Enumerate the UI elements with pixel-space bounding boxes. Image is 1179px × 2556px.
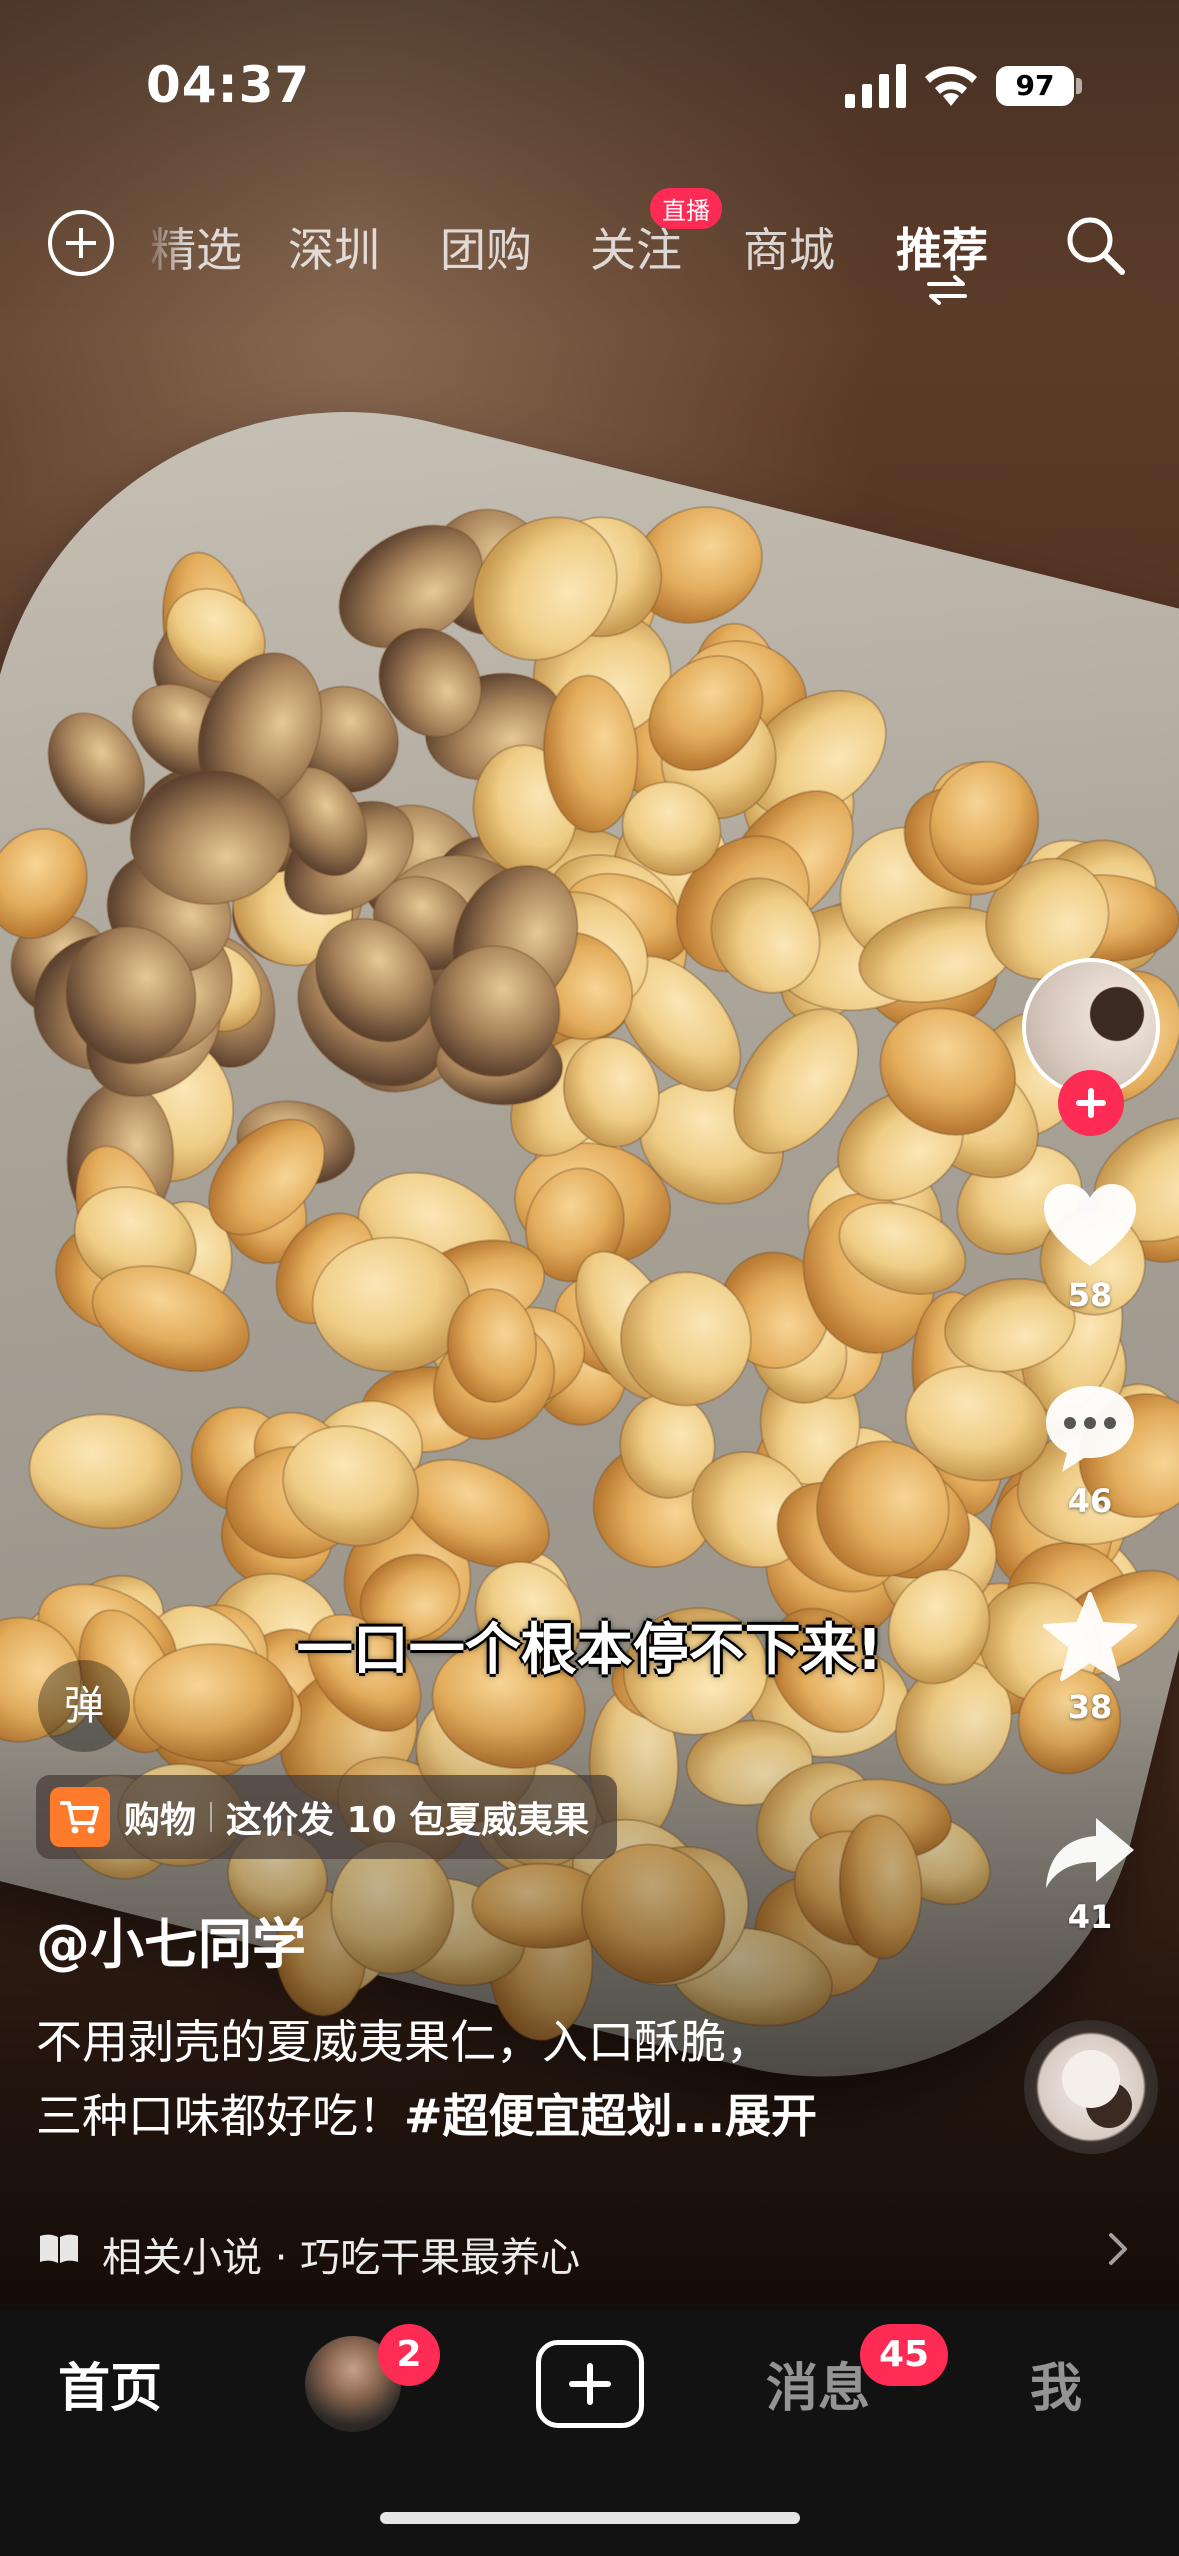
author-name[interactable]: @小七同学	[36, 1900, 306, 1979]
status-time: 04:37	[146, 56, 311, 114]
like-action[interactable]: 58	[1030, 1180, 1150, 1314]
tab-featured[interactable]: 精选	[150, 214, 242, 280]
favorite-count: 38	[1067, 1688, 1113, 1726]
danmu-toggle-button[interactable]: 弹	[38, 1660, 130, 1752]
shop-offer-text: 这价发 10 包夏威夷果	[226, 1800, 590, 1841]
tab-mall[interactable]: 商城	[743, 214, 835, 280]
description-line-1: 不用剥壳的夏威夷果仁，入口酥脆，	[36, 2015, 772, 2069]
wifi-icon	[925, 66, 977, 106]
share-action[interactable]: 41	[1030, 1812, 1150, 1936]
cellular-signal-icon	[845, 64, 906, 108]
chevron-right-icon	[1109, 2233, 1127, 2265]
post-description[interactable]: 不用剥壳的夏威夷果仁，入口酥脆， 三种口味都好吃！#超便宜超划...展开	[36, 2005, 916, 2153]
description-text: 三种口味都好吃！	[36, 2089, 404, 2143]
follow-button[interactable]	[1058, 1070, 1124, 1136]
switch-arrows-icon[interactable]	[925, 275, 969, 305]
video-subtitle: 一口一个根本停不下来!	[296, 1618, 883, 1683]
tab-messages[interactable]: 消息	[766, 2346, 870, 2421]
live-badge: 直播	[650, 188, 722, 229]
search-icon[interactable]	[1062, 212, 1128, 278]
related-novel-text: 相关小说 · 巧吃干果最养心	[102, 2235, 581, 2281]
share-count: 41	[1067, 1898, 1113, 1936]
shop-divider	[210, 1802, 213, 1832]
comment-icon	[1046, 1386, 1134, 1472]
shop-link[interactable]: 购物 这价发 10 包夏威夷果	[36, 1775, 618, 1859]
create-post-button[interactable]	[536, 2340, 644, 2428]
battery-indicator: 97	[996, 66, 1074, 106]
shop-label: 购物	[124, 1800, 197, 1841]
nut-shape	[28, 1413, 183, 1530]
book-icon	[40, 2234, 78, 2263]
battery-tip	[1076, 78, 1082, 94]
tab-home[interactable]: 首页	[58, 2346, 162, 2421]
tab-recommended[interactable]: 推荐	[896, 214, 988, 280]
home-indicator	[380, 2512, 800, 2524]
tab-shenzhen[interactable]: 深圳	[288, 214, 380, 280]
comment-count: 46	[1067, 1482, 1113, 1520]
comment-action[interactable]: 46	[1030, 1380, 1150, 1520]
friends-badge: 2	[378, 2324, 440, 2386]
shopping-cart-icon	[50, 1787, 110, 1847]
share-arrow-icon	[1046, 1818, 1134, 1888]
messages-badge: 45	[860, 2324, 948, 2386]
description-line-2: 三种口味都好吃！#超便宜超划...展开	[36, 2079, 916, 2153]
like-count: 58	[1067, 1276, 1113, 1314]
top-nav: 精选 深圳 团购 关注 直播 商城 推荐	[0, 188, 1179, 305]
expand-link[interactable]: 展开	[725, 2089, 817, 2143]
tab-me[interactable]: 我	[1030, 2346, 1082, 2421]
tab-group-buy[interactable]: 团购	[440, 214, 532, 280]
heart-icon	[1044, 1184, 1136, 1266]
status-bar: 04:37 97	[0, 0, 1179, 180]
related-novel-row[interactable]: 相关小说 · 巧吃干果最养心	[0, 2205, 1179, 2295]
add-circle-icon[interactable]	[48, 210, 114, 276]
hashtag-link[interactable]: #超便宜超划...	[404, 2089, 725, 2143]
music-disc-icon[interactable]	[1024, 2020, 1158, 2154]
